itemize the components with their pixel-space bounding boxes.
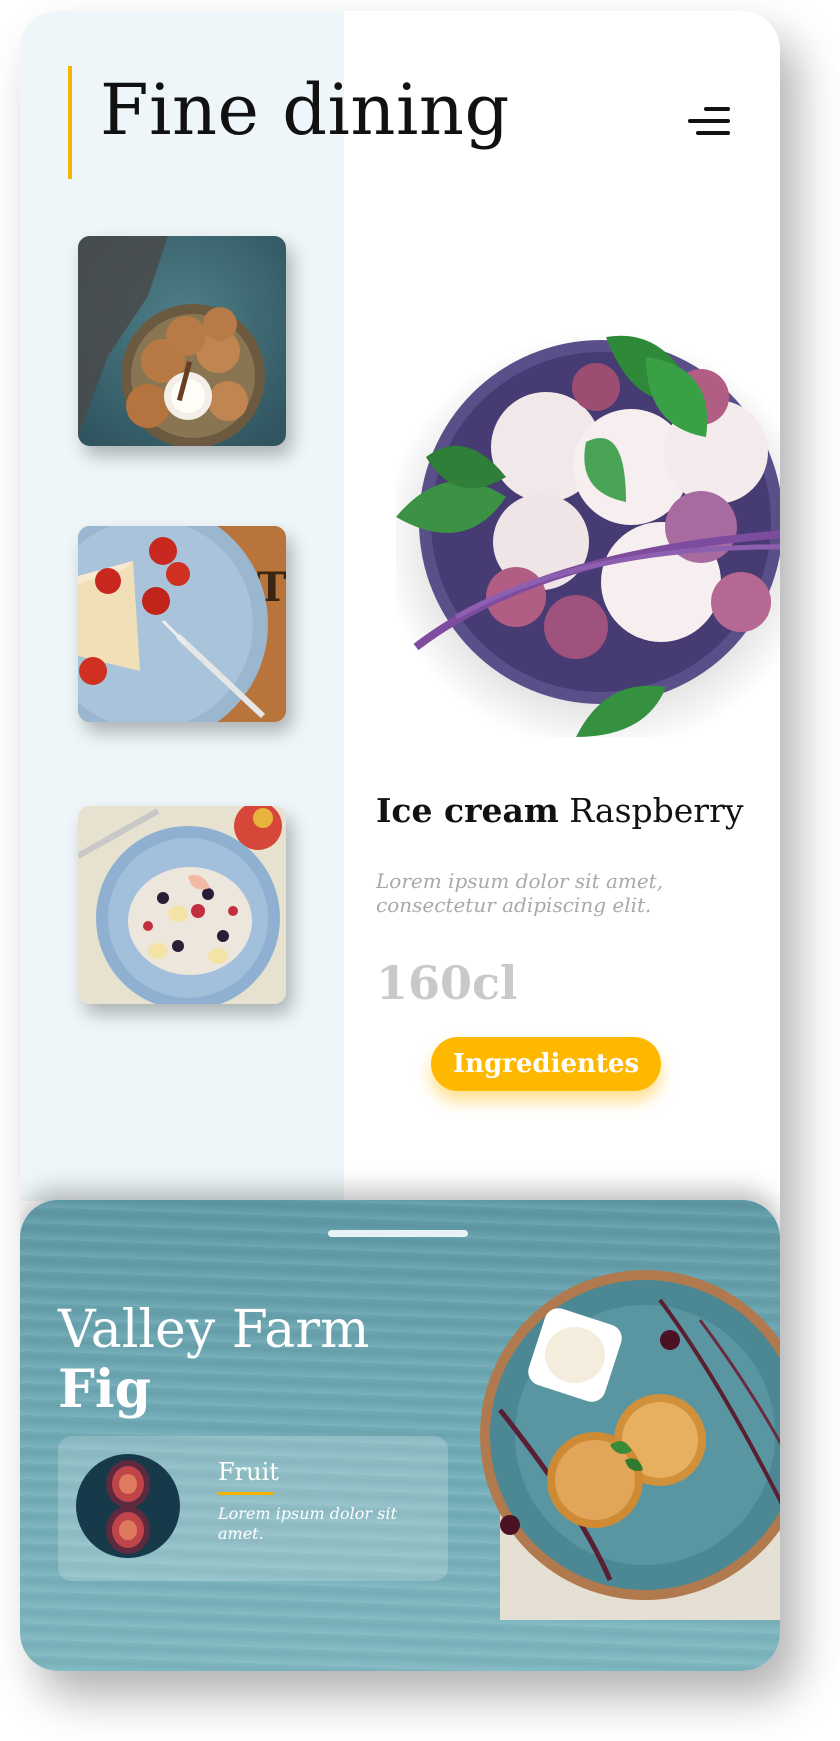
sheet-handle[interactable] (328, 1230, 468, 1237)
menu-icon[interactable] (688, 107, 730, 141)
featured-dish-name-bold: Ice cream (376, 791, 559, 830)
cheesecake-thumb[interactable]: ST (78, 526, 286, 722)
app-card: Fine dining Ice cream Raspberry Lorem ip… (20, 11, 780, 1671)
featured-dish-description: Lorem ipsum dolor sit amet, consectetur … (376, 869, 664, 917)
title-accent-bar (68, 66, 72, 179)
oatmeal-thumb[interactable] (78, 806, 286, 1004)
fig-image (76, 1454, 180, 1558)
fruit-label: Fruit (218, 1458, 279, 1486)
bottom-title-line1: Valley Farm (58, 1300, 370, 1360)
bottom-sheet[interactable]: Valley Farm Fig Fruit Lorem ipsum dolor … (20, 1200, 780, 1671)
fruit-underline (218, 1492, 274, 1495)
page-title: Fine dining (100, 69, 510, 151)
cookies-thumb[interactable] (78, 236, 286, 446)
fruit-info-card[interactable]: Fruit Lorem ipsum dolor sit amet. (58, 1436, 448, 1581)
featured-dish-image (381, 317, 780, 752)
featured-dish-name: Ice cream Raspberry (376, 791, 743, 830)
plate-image (460, 1260, 780, 1620)
bottom-title-line2: Fig (58, 1359, 152, 1420)
featured-dish-volume: 160cl (376, 956, 518, 1010)
ingredients-button[interactable]: Ingredientes (431, 1037, 661, 1091)
featured-dish-name-light: Raspberry (569, 791, 744, 830)
fruit-description: Lorem ipsum dolor sit amet. (218, 1504, 397, 1543)
